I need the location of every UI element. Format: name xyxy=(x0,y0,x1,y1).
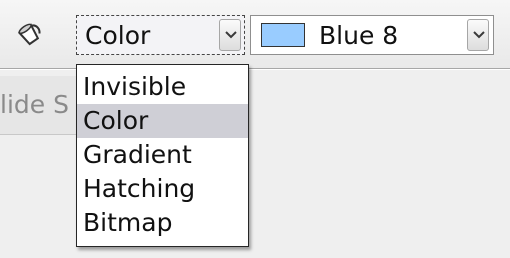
area-style-value: Color xyxy=(85,21,151,50)
option-gradient[interactable]: Gradient xyxy=(77,138,248,172)
option-invisible[interactable]: Invisible xyxy=(77,70,248,104)
slide-pane-title: lide S xyxy=(0,90,69,119)
color-swatch xyxy=(261,23,305,47)
chevron-down-icon xyxy=(473,31,485,39)
area-style-dropdown-list[interactable]: Invisible Color Gradient Hatching Bitmap xyxy=(76,64,249,247)
option-color[interactable]: Color xyxy=(77,104,248,138)
fill-color-dropdown-button[interactable] xyxy=(467,19,489,51)
fill-color-value: Blue 8 xyxy=(319,21,399,50)
paint-bucket-icon[interactable] xyxy=(14,20,48,48)
area-toolbar: Color Blue 8 xyxy=(0,0,510,69)
area-style-combo[interactable]: Color xyxy=(76,15,245,55)
option-bitmap[interactable]: Bitmap xyxy=(77,206,248,240)
area-style-dropdown-button[interactable] xyxy=(219,19,241,51)
chevron-down-icon xyxy=(225,31,237,39)
fill-color-combo[interactable]: Blue 8 xyxy=(250,15,494,55)
option-hatching[interactable]: Hatching xyxy=(77,172,248,206)
